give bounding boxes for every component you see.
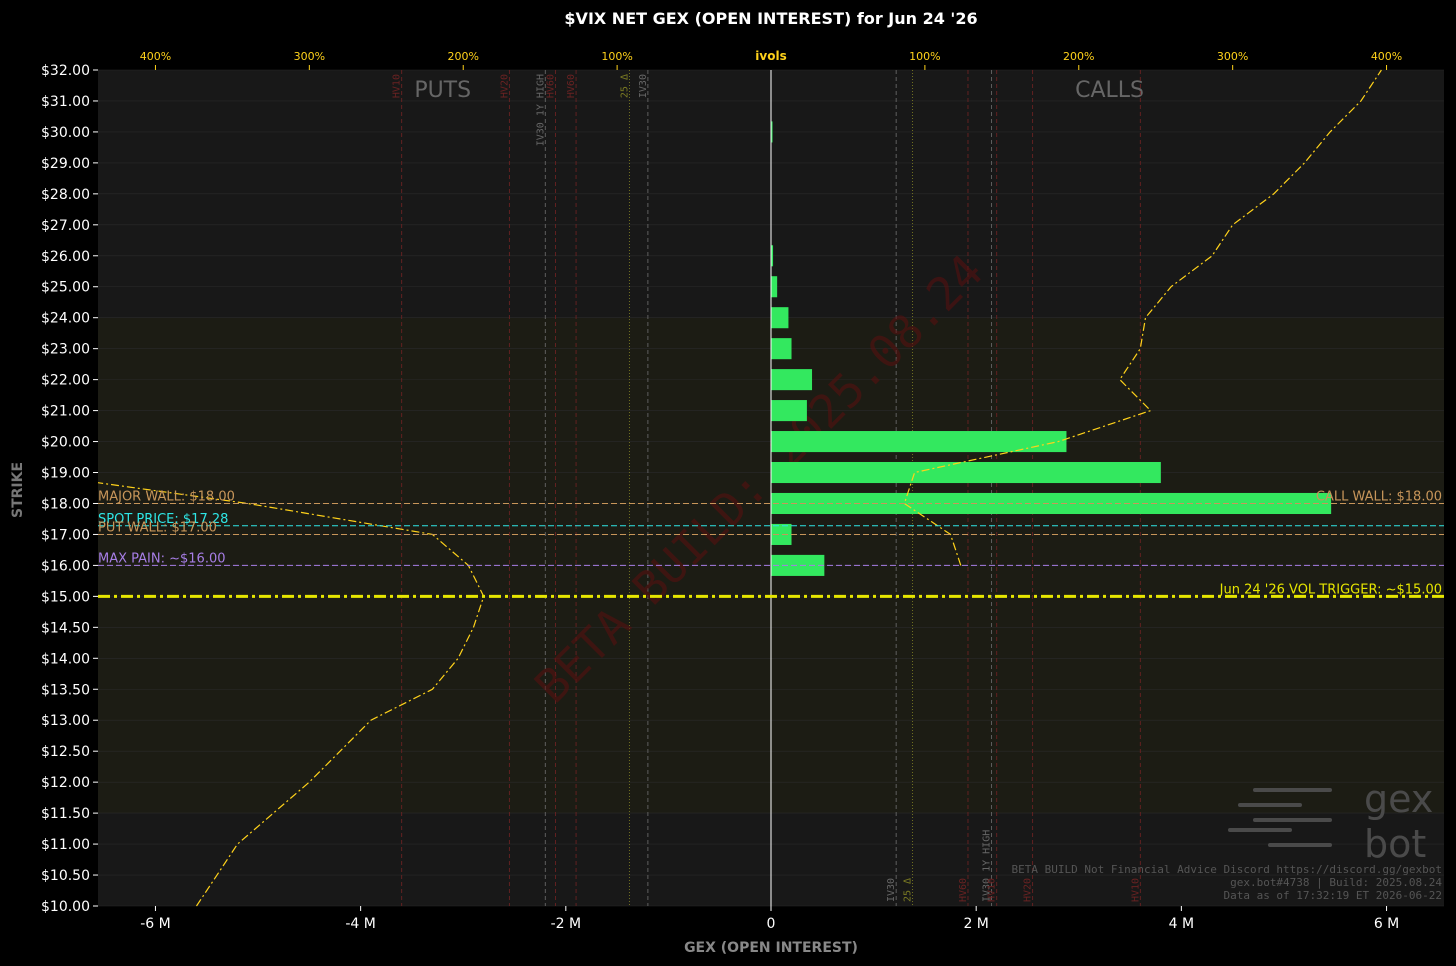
y-tick-label: $12.00: [41, 775, 90, 791]
y-tick-label: $32.00: [41, 63, 90, 79]
top-tick-label: 200%: [447, 50, 478, 63]
x-axis-label: GEX (OPEN INTEREST): [684, 940, 858, 956]
x-tick-label: -2 M: [551, 916, 582, 932]
y-tick-label: $28.00: [41, 187, 90, 203]
logo-text-line1: gex: [1364, 777, 1433, 821]
y-tick-label: $30.00: [41, 125, 90, 141]
plot-area: $10.00 $10.50 $11.00 $11.50 $12.00 $12.50 $13.…: [41, 50, 1444, 932]
vol-reference-label: IV30: [886, 878, 897, 902]
top-tick-label: 400%: [1371, 50, 1402, 63]
y-tick-label: $31.00: [41, 94, 90, 110]
vol-reference-label: HV10: [987, 878, 998, 902]
y-tick-label: $14.00: [41, 651, 90, 667]
y-tick-label: $10.00: [41, 899, 90, 915]
level-label: Jun 24 '26 VOL TRIGGER: ~$15.00: [1219, 582, 1442, 597]
y-tick-label: $25.00: [41, 280, 90, 296]
x-tick-label: -4 M: [345, 916, 376, 932]
logo-text-line2: bot: [1364, 822, 1426, 866]
chart-title: $VIX NET GEX (OPEN INTEREST) for Jun 24 …: [564, 9, 977, 28]
y-tick-label: $13.00: [41, 713, 90, 729]
vol-reference-label: HV20: [1023, 878, 1034, 902]
top-tick-label: 300%: [1217, 50, 1248, 63]
gex-bar: [771, 276, 778, 298]
y-tick-label: $29.00: [41, 156, 90, 172]
y-tick-label: $10.50: [41, 868, 90, 884]
y-tick-label: $11.50: [41, 806, 90, 822]
y-axis-label: STRIKE: [10, 462, 26, 518]
calls-label: CALLS: [1075, 78, 1144, 103]
vol-reference-label: HV10: [1130, 878, 1141, 902]
gex-bar: [771, 461, 1161, 484]
y-tick-label: $11.00: [41, 837, 90, 853]
vol-reference-label: HV10: [392, 74, 403, 98]
y-tick-label: $17.00: [41, 527, 90, 543]
gex-bar: [771, 338, 792, 360]
y-tick-label: $19.00: [41, 466, 90, 482]
vol-reference-label: HV20: [499, 74, 510, 98]
top-tick-label: 100%: [909, 50, 940, 63]
level-label: MAJOR WALL: $18.00: [98, 489, 235, 504]
vol-reference-label: IV30: [638, 74, 649, 98]
y-tick-label: $18.00: [41, 496, 90, 512]
top-tick-label: 400%: [140, 50, 171, 63]
y-tick-label: $24.00: [41, 311, 90, 327]
x-tick-label: -6 M: [140, 916, 171, 932]
y-tick-label: $12.50: [41, 744, 90, 760]
gex-chart: $VIX NET GEX (OPEN INTEREST) for Jun 24 …: [0, 0, 1456, 966]
vol-reference-label: 25 Δ: [619, 74, 630, 98]
y-tick-label: $13.50: [41, 682, 90, 698]
top-tick-label: 200%: [1063, 50, 1094, 63]
level-label: PUT WALL: $17.00: [98, 520, 217, 535]
vol-reference-label: HV60: [958, 878, 969, 902]
level-label: MAX PAIN: ~$16.00: [98, 551, 226, 566]
y-tick-label: $23.00: [41, 342, 90, 358]
puts-label: PUTS: [414, 78, 471, 103]
top-tick-label: 300%: [294, 50, 325, 63]
x-tick-label: 4 M: [1169, 916, 1194, 932]
footer-text: gex.bot#4738 | Build: 2025.08.24: [1230, 876, 1442, 889]
vol-reference-label: HV60: [546, 74, 557, 98]
footer-text: Data as of 17:32:19 ET 2026-06-22: [1223, 889, 1442, 902]
vol-reference-label: 25 Δ: [903, 878, 914, 902]
y-tick-label: $26.00: [41, 249, 90, 265]
x-tick-label: 6 M: [1374, 916, 1399, 932]
gex-bar: [771, 400, 807, 422]
y-tick-label: $16.00: [41, 558, 90, 574]
gex-bar: [771, 554, 825, 576]
x-tick-label: 0: [767, 916, 776, 932]
gex-bar: [771, 307, 789, 329]
top-tick-label: 100%: [601, 50, 632, 63]
y-tick-label: $14.50: [41, 620, 90, 636]
y-tick-label: $21.00: [41, 404, 90, 420]
y-tick-label: $20.00: [41, 435, 90, 451]
top-axis-label: ivols: [755, 49, 786, 63]
y-tick-label: $22.00: [41, 373, 90, 389]
x-tick-label: 2 M: [963, 916, 988, 932]
y-tick-label: $15.00: [41, 589, 90, 605]
gex-bar: [771, 369, 813, 391]
vol-reference-label: HV60: [566, 74, 577, 98]
level-label: CALL WALL: $18.00: [1316, 489, 1442, 504]
y-tick-label: $27.00: [41, 218, 90, 234]
